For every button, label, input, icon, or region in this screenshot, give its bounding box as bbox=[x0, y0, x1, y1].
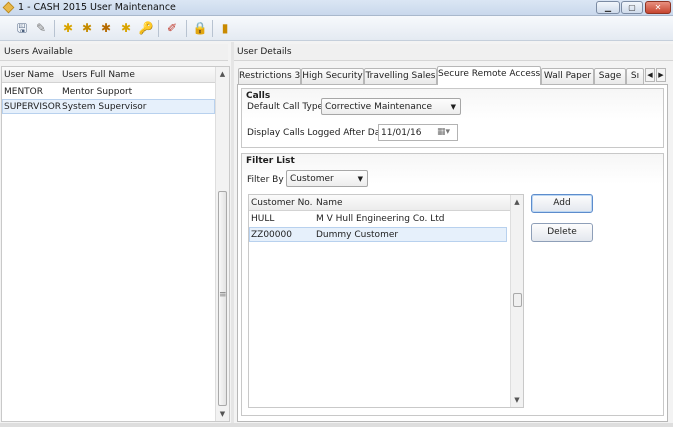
pen-icon[interactable]: ✐ bbox=[164, 20, 180, 36]
add-button[interactable]: Add bbox=[531, 194, 593, 213]
user-delete-icon[interactable]: ✱ bbox=[118, 20, 134, 36]
user-edit-icon[interactable]: ✱ bbox=[79, 20, 95, 36]
calendar-icon[interactable]: ▦▾ bbox=[437, 127, 450, 137]
column-header-full-name[interactable]: Users Full Name bbox=[62, 70, 135, 80]
key-icon[interactable]: 🔑 bbox=[138, 20, 154, 36]
status-bar bbox=[0, 423, 673, 427]
maximize-button[interactable]: ▢ bbox=[621, 1, 643, 14]
tab-restrictions-3[interactable]: Restrictions 3 bbox=[238, 68, 301, 84]
scroll-grip-icon: ≡ bbox=[219, 290, 227, 300]
chevron-down-icon: ▼ bbox=[357, 175, 363, 183]
minimize-button[interactable]: ▁ bbox=[596, 1, 620, 14]
scroll-down-arrow-icon[interactable]: ▼ bbox=[216, 407, 229, 421]
app-icon bbox=[2, 1, 15, 14]
user-details-header: User Details bbox=[234, 44, 673, 61]
tab-scroll-left-icon[interactable]: ◀ bbox=[645, 68, 655, 82]
filter-by-value: Customer bbox=[290, 174, 334, 184]
toolbar-separator bbox=[158, 20, 159, 37]
default-call-type-select[interactable]: Corrective Maintenance ▼ bbox=[321, 98, 461, 115]
filter-grid-header: Customer No. Name bbox=[249, 195, 510, 211]
customer-name-cell: M V Hull Engineering Co. Ltd bbox=[316, 214, 445, 224]
tab-sage[interactable]: Sage bbox=[594, 68, 626, 84]
pane-splitter[interactable] bbox=[231, 42, 234, 427]
title-bar: 1 - CASH 2015 User Maintenance ▁ ▢ ✕ bbox=[0, 0, 673, 16]
user-name-cell: MENTOR bbox=[4, 87, 44, 97]
scroll-thumb[interactable]: ≡ bbox=[218, 191, 227, 406]
tab-secure-remote-access[interactable]: Secure Remote Access bbox=[437, 66, 541, 85]
users-vertical-scrollbar[interactable]: ▲ ≡ ▼ bbox=[215, 67, 229, 421]
default-call-type-value: Corrective Maintenance bbox=[325, 102, 433, 112]
filter-list-group-title: Filter List bbox=[246, 156, 295, 166]
customer-no-cell: ZZ00000 bbox=[251, 230, 292, 240]
display-calls-after-value: 11/01/16 bbox=[381, 128, 422, 138]
toolbar-separator bbox=[54, 20, 55, 37]
table-row-selected[interactable]: SUPERVISOR System Supervisor bbox=[2, 99, 215, 114]
table-row-selected[interactable]: ZZ00000 Dummy Customer bbox=[249, 227, 507, 242]
cancel-edit-icon[interactable]: ✎ bbox=[33, 20, 49, 36]
table-row[interactable]: HULL M V Hull Engineering Co. Ltd bbox=[249, 211, 510, 226]
user-group-icon[interactable]: ✱ bbox=[98, 20, 114, 36]
user-details-title: User Details bbox=[237, 47, 292, 57]
users-grid[interactable]: User Name Users Full Name MENTOR Mentor … bbox=[1, 66, 230, 422]
full-name-cell: Mentor Support bbox=[62, 87, 133, 97]
scroll-up-arrow-icon[interactable]: ▲ bbox=[216, 67, 229, 81]
column-header-name[interactable]: Name bbox=[316, 198, 343, 208]
column-header-user-name[interactable]: User Name bbox=[4, 70, 54, 80]
scroll-thumb[interactable] bbox=[513, 293, 522, 307]
chevron-down-icon: ▼ bbox=[450, 103, 456, 111]
scroll-down-arrow-icon[interactable]: ▼ bbox=[511, 393, 523, 407]
toolbar-separator bbox=[186, 20, 187, 37]
exit-door-icon[interactable]: ▮ bbox=[217, 20, 233, 36]
display-calls-after-label: Display Calls Logged After Date bbox=[247, 128, 390, 138]
filter-list-grid[interactable]: Customer No. Name HULL M V Hull Engineer… bbox=[248, 194, 524, 408]
filter-by-label: Filter By bbox=[247, 175, 284, 185]
toolbar: 🖫 ✎ ✱ ✱ ✱ ✱ 🔑 ✐ 🔒 ▮ bbox=[0, 16, 673, 41]
calls-group-title: Calls bbox=[246, 91, 271, 101]
tab-high-security[interactable]: High Security bbox=[301, 68, 364, 84]
filter-vertical-scrollbar[interactable]: ▲ ▼ bbox=[510, 195, 523, 407]
user-add-icon[interactable]: ✱ bbox=[60, 20, 76, 36]
display-calls-after-date-input[interactable]: 11/01/16 ▦▾ bbox=[378, 124, 458, 141]
save-icon[interactable]: 🖫 bbox=[14, 20, 30, 36]
customer-no-cell: HULL bbox=[251, 214, 275, 224]
tab-travelling-sales[interactable]: Travelling Sales bbox=[364, 68, 437, 84]
column-header-customer-no[interactable]: Customer No. bbox=[251, 198, 313, 208]
lock-icon[interactable]: 🔒 bbox=[192, 20, 208, 36]
default-call-type-label: Default Call Type bbox=[247, 102, 324, 112]
users-available-title: Users Available bbox=[4, 47, 73, 57]
tab-wall-paper[interactable]: Wall Paper bbox=[541, 68, 594, 84]
window-title: 1 - CASH 2015 User Maintenance bbox=[18, 2, 176, 13]
tab-truncated[interactable]: Sı bbox=[626, 68, 644, 84]
tab-scroll-right-icon[interactable]: ▶ bbox=[656, 68, 666, 82]
table-row[interactable]: MENTOR Mentor Support bbox=[2, 84, 215, 99]
user-name-cell: SUPERVISOR bbox=[4, 102, 62, 112]
delete-button[interactable]: Delete bbox=[531, 223, 593, 242]
users-grid-header: User Name Users Full Name bbox=[2, 67, 215, 83]
toolbar-separator bbox=[212, 20, 213, 37]
filter-by-select[interactable]: Customer ▼ bbox=[286, 170, 368, 187]
full-name-cell: System Supervisor bbox=[62, 102, 147, 112]
customer-name-cell: Dummy Customer bbox=[316, 230, 399, 240]
scroll-up-arrow-icon[interactable]: ▲ bbox=[511, 195, 523, 209]
users-available-header: Users Available bbox=[0, 44, 228, 61]
close-button[interactable]: ✕ bbox=[645, 1, 671, 14]
